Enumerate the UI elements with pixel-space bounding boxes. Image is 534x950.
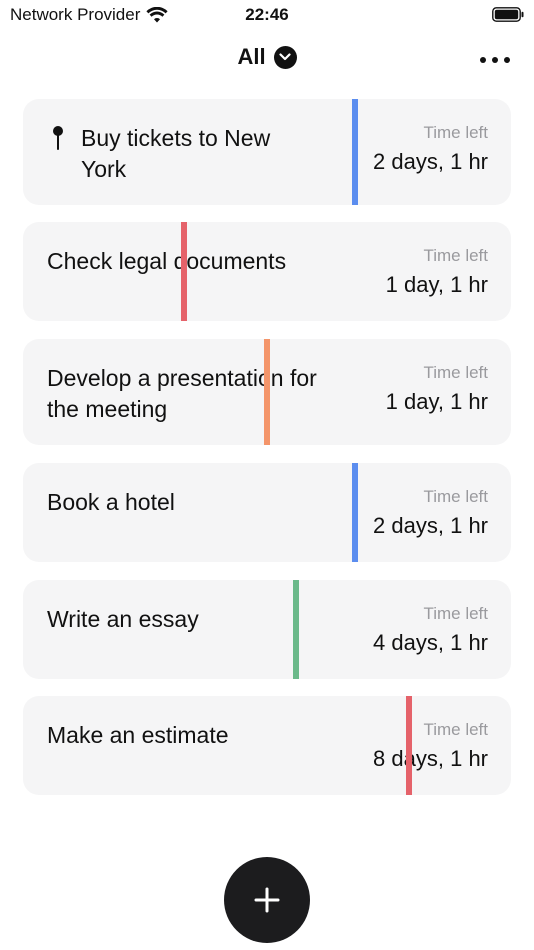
progress-bar xyxy=(293,580,299,679)
time-left-value: 1 day, 1 hr xyxy=(385,272,488,297)
task-title: Make an estimate xyxy=(47,722,229,748)
time-left-value: 8 days, 1 hr xyxy=(373,746,488,771)
task-card[interactable]: Develop a presentation for the meeting T… xyxy=(23,339,511,445)
status-bar: Network Provider 22:46 xyxy=(0,0,534,30)
ellipsis-icon[interactable] xyxy=(480,50,510,70)
time-left-label: Time left xyxy=(423,363,488,382)
task-card[interactable]: Book a hotel Time left 2 days, 1 hr xyxy=(23,463,511,562)
time-left-label: Time left xyxy=(423,487,488,506)
progress-bar xyxy=(352,99,358,205)
filter-dropdown[interactable]: All xyxy=(0,44,534,70)
task-title: Buy tickets to New York xyxy=(81,125,271,182)
progress-bar xyxy=(181,222,187,321)
add-task-button[interactable] xyxy=(224,857,310,943)
task-title: Develop a presentation for the meeting xyxy=(47,365,317,422)
task-card[interactable]: Check legal documents Time left 1 day, 1… xyxy=(23,222,511,321)
time-left-label: Time left xyxy=(423,123,488,142)
chevron-down-circle-icon xyxy=(273,45,297,69)
task-title: Book a hotel xyxy=(47,489,175,515)
task-card[interactable]: Write an essay Time left 4 days, 1 hr xyxy=(23,580,511,679)
time-left-value: 1 day, 1 hr xyxy=(385,389,488,414)
plus-icon xyxy=(254,887,280,913)
progress-bar xyxy=(264,339,270,445)
task-card[interactable]: Make an estimate Time left 8 days, 1 hr xyxy=(23,696,511,795)
clock: 22:46 xyxy=(245,5,289,24)
filter-label: All xyxy=(237,44,266,69)
time-left-value: 2 days, 1 hr xyxy=(373,149,488,174)
time-left-value: 4 days, 1 hr xyxy=(373,630,488,655)
task-title: Check legal documents xyxy=(47,248,287,274)
task-card[interactable]: Buy tickets to New York Time left 2 days… xyxy=(23,99,511,205)
screen: Network Provider 22:46 All Buy tickets t… xyxy=(0,0,534,950)
time-left-label: Time left xyxy=(423,604,488,623)
task-title: Write an essay xyxy=(47,606,199,632)
time-left-label: Time left xyxy=(423,720,488,739)
time-left-label: Time left xyxy=(423,246,488,265)
progress-bar xyxy=(406,696,412,795)
time-left-value: 2 days, 1 hr xyxy=(373,513,488,538)
nav-bar: All xyxy=(0,44,534,78)
progress-bar xyxy=(352,463,358,562)
pin-icon xyxy=(53,126,63,150)
battery-icon xyxy=(492,7,524,22)
